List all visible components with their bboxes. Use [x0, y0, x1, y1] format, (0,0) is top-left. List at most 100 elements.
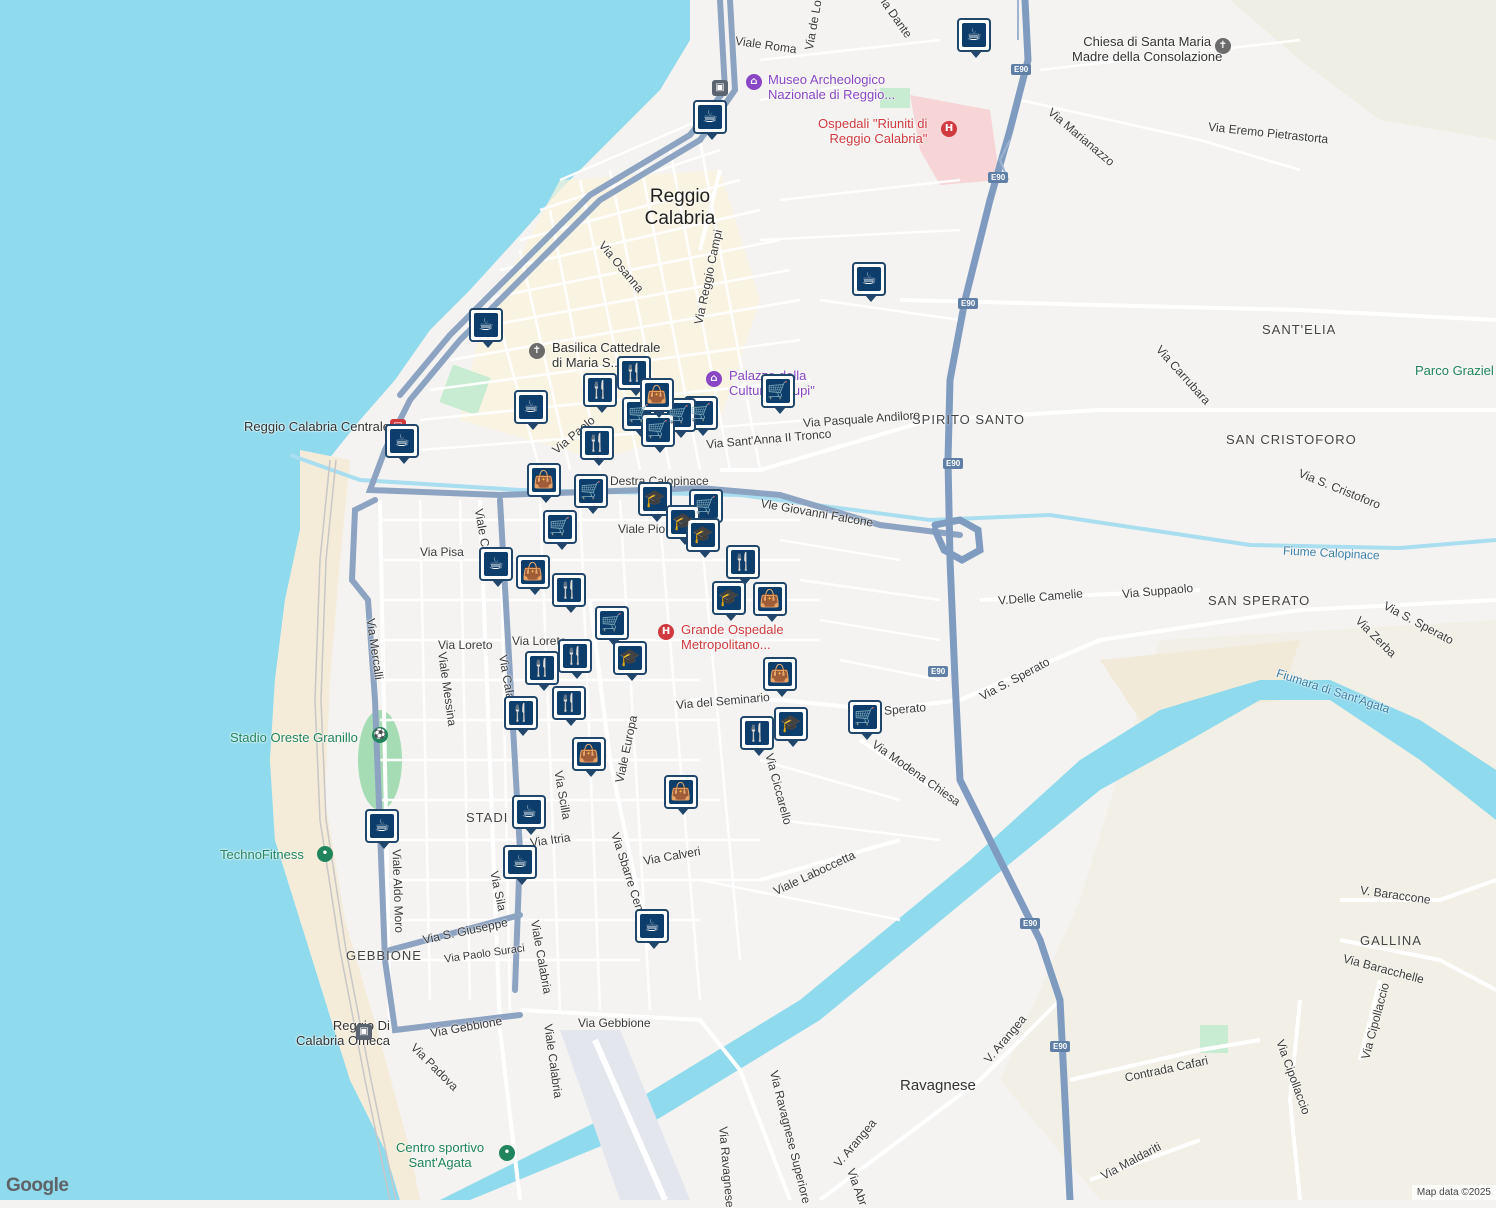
shopping-bag-marker[interactable]: 👜	[516, 555, 550, 595]
poi-ospedali[interactable]: Ospedali "Riuniti di Reggio Calabria"	[818, 116, 927, 146]
school-marker[interactable]: 🎓	[638, 482, 672, 522]
google-logo: Google	[6, 1175, 69, 1196]
train-icon: ▣	[712, 80, 728, 96]
museum-icon: ⌂	[706, 371, 722, 387]
shopping-bag-marker[interactable]: 👜	[763, 657, 797, 697]
poi-technofitness[interactable]: TechnoFitness	[220, 847, 304, 862]
poi-centro-sportivo-label: Centro sportivo Sant'Agata	[396, 1140, 485, 1170]
poi-omeca[interactable]: Reggio Di Calabria Omeca	[296, 1018, 390, 1048]
gym-icon: •	[317, 846, 333, 862]
poi-omeca-label: Reggio Di Calabria Omeca	[296, 1018, 390, 1048]
coffee-marker[interactable]: ☕	[957, 18, 991, 58]
graduation-cap-icon: 🎓	[644, 489, 666, 509]
shopping-bag-marker[interactable]: 👜	[572, 737, 606, 777]
graduation-cap-icon: 🎓	[692, 525, 714, 545]
e90-shield: E90	[943, 458, 964, 469]
poi-parco[interactable]: Parco Graziel	[1415, 363, 1494, 378]
e90-shield: E90	[1020, 918, 1041, 929]
area-stadio: STADI	[466, 810, 509, 825]
school-marker[interactable]: 🎓	[774, 707, 808, 747]
coffee-marker[interactable]: ☕	[693, 100, 727, 140]
stadium-icon: ⚽	[372, 727, 388, 743]
restaurant-marker[interactable]: 🍴	[525, 651, 559, 691]
area-san-sperato: SAN SPERATO	[1208, 593, 1311, 608]
coffee-marker[interactable]: ☕	[852, 262, 886, 302]
cart-icon: 🛒	[767, 381, 789, 401]
fork-knife-icon: 🍴	[558, 693, 580, 713]
map-attribution[interactable]: Map data ©2025	[1411, 1185, 1496, 1200]
church-icon: ✝	[529, 343, 545, 359]
coffee-marker[interactable]: ☕	[365, 809, 399, 849]
street-viale-aldo-moro: Viale Aldo Moro	[389, 848, 407, 934]
coffee-marker[interactable]: ☕	[514, 390, 548, 430]
restaurant-marker[interactable]: 🍴	[552, 573, 586, 613]
cart-icon: 🛒	[647, 420, 669, 440]
cart-icon: 🛒	[549, 517, 571, 537]
coffee-marker[interactable]: ☕	[385, 424, 419, 464]
restaurant-marker[interactable]: 🍴	[552, 686, 586, 726]
museum-icon: ⌂	[746, 74, 762, 90]
bag-icon: 👜	[522, 562, 544, 582]
poi-chiesa[interactable]: Chiesa di Santa Maria Madre della Consol…	[1072, 34, 1222, 64]
coffee-icon: ☕	[523, 397, 539, 417]
bag-icon: 👜	[578, 744, 600, 764]
restaurant-marker[interactable]: 🍴	[558, 639, 592, 679]
restaurant-marker[interactable]: 🍴	[583, 373, 617, 413]
restaurant-marker[interactable]: 🍴	[740, 716, 774, 756]
coffee-marker[interactable]: ☕	[479, 547, 513, 587]
school-marker[interactable]: 🎓	[686, 518, 720, 558]
shopping-bag-marker[interactable]: 👜	[664, 775, 698, 815]
poi-centro-sportivo[interactable]: Centro sportivo Sant'Agata	[396, 1140, 484, 1170]
area-gallina: GALLINA	[1360, 933, 1422, 948]
restaurant-marker[interactable]: 🍴	[726, 545, 760, 585]
cart-icon: 🛒	[580, 481, 602, 501]
shopping-bag-marker[interactable]: 👜	[527, 463, 561, 503]
coffee-icon: ☕	[521, 802, 537, 822]
coffee-icon: ☕	[374, 816, 390, 836]
shopping-cart-marker[interactable]: 🛒	[761, 374, 795, 414]
area-santelia: SANT'ELIA	[1262, 322, 1337, 337]
poi-stadio-granillo[interactable]: Stadio Oreste Granillo	[230, 730, 358, 745]
shopping-cart-marker[interactable]: 🛒	[543, 510, 577, 550]
shopping-cart-marker[interactable]: 🛒	[641, 413, 675, 453]
coffee-marker[interactable]: ☕	[503, 845, 537, 885]
poi-chiesa-label: Chiesa di Santa Maria Madre della Consol…	[1072, 34, 1223, 64]
restaurant-marker[interactable]: 🍴	[504, 696, 538, 736]
e90-shield: E90	[1011, 64, 1032, 75]
fork-knife-icon: 🍴	[586, 433, 608, 453]
cart-icon: 🛒	[854, 707, 876, 727]
poi-grande-ospedale[interactable]: Grande Ospedale Metropolitano...	[681, 622, 784, 652]
poi-museo[interactable]: Museo Archeologico Nazionale di Reggio..…	[768, 72, 895, 102]
poi-grande-ospedale-label: Grande Ospedale Metropolitano...	[681, 622, 784, 652]
school-marker[interactable]: 🎓	[712, 581, 746, 621]
fork-knife-icon: 🍴	[510, 703, 532, 723]
street-via-gebbione-2: Via Gebbione	[578, 1016, 651, 1030]
coffee-icon: ☕	[478, 315, 494, 335]
e90-shield: E90	[988, 172, 1009, 183]
coffee-icon: ☕	[702, 107, 718, 127]
coffee-marker[interactable]: ☕	[469, 308, 503, 348]
shopping-cart-marker[interactable]: 🛒	[595, 606, 629, 646]
poi-ospedali-label: Ospedali "Riuniti di Reggio Calabria"	[818, 116, 928, 146]
school-marker[interactable]: 🎓	[613, 641, 647, 681]
coffee-marker[interactable]: ☕	[635, 909, 669, 949]
shopping-cart-marker[interactable]: 🛒	[574, 474, 608, 514]
street-via-pisa: Via Pisa	[420, 545, 464, 559]
shopping-cart-marker[interactable]: 🛒	[848, 700, 882, 740]
coffee-icon: ☕	[644, 916, 660, 936]
coffee-marker[interactable]: ☕	[512, 795, 546, 835]
poi-stazione[interactable]: Reggio Calabria Centrale	[244, 419, 390, 434]
fork-knife-icon: 🍴	[558, 580, 580, 600]
coffee-icon: ☕	[394, 431, 410, 451]
poi-museo-label: Museo Archeologico Nazionale di Reggio..…	[768, 72, 896, 102]
e90-shield: E90	[928, 666, 949, 677]
restaurant-marker[interactable]: 🍴	[580, 426, 614, 466]
bag-icon: 👜	[769, 664, 791, 684]
city-label: Reggio Calabria	[630, 186, 730, 230]
fork-knife-icon: 🍴	[589, 380, 611, 400]
shopping-bag-marker[interactable]: 👜	[640, 378, 674, 418]
cart-icon: 🛒	[601, 613, 623, 633]
fork-knife-icon: 🍴	[746, 723, 768, 743]
area-gebbione: GEBBIONE	[346, 948, 422, 963]
shopping-bag-marker[interactable]: 👜	[753, 582, 787, 622]
